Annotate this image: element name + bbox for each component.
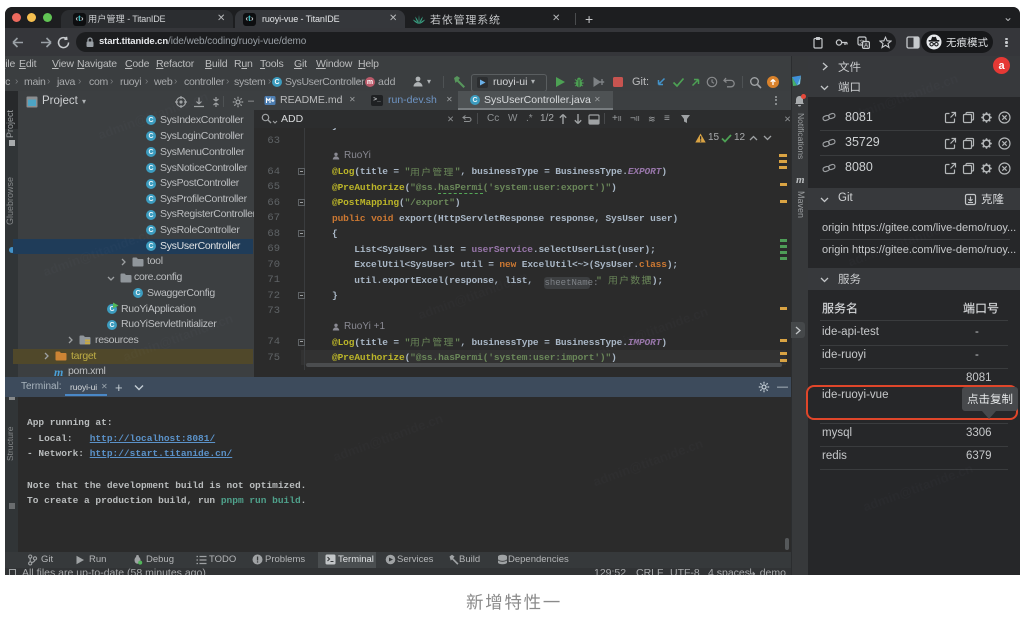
- svg-text:A: A: [864, 42, 869, 49]
